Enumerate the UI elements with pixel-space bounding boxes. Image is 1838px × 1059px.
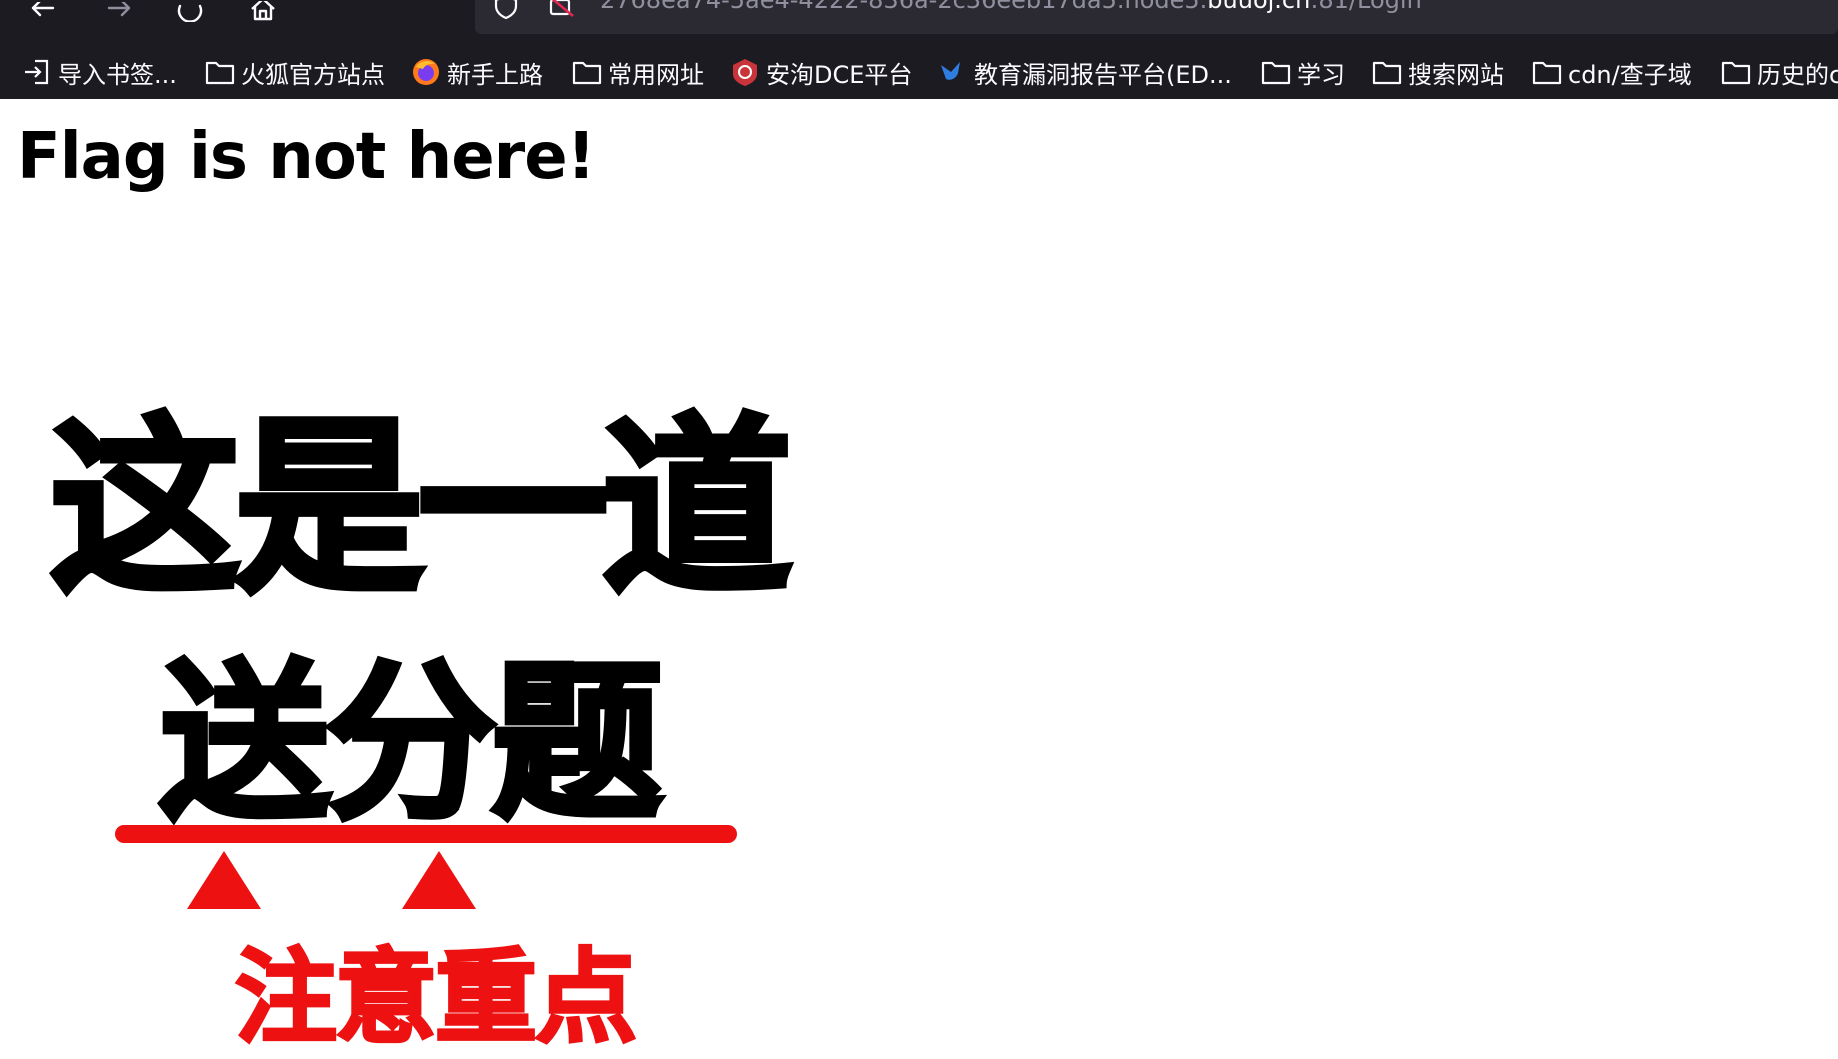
insecure-connection-icon[interactable] (547, 0, 575, 20)
red-triangle-left (187, 851, 261, 909)
bookmark-getting-started[interactable]: 新手上路 (411, 52, 543, 92)
red-underline (115, 825, 737, 843)
page-content: Flag is not here! 这是一道 送分题 注意重点 (0, 99, 1838, 1059)
back-button[interactable] (24, 0, 60, 24)
folder-icon (1721, 57, 1751, 87)
shield-logo-icon (730, 57, 760, 87)
url-suffix: :81/Login (1310, 0, 1422, 14)
meme-line-2: 送分题 (157, 645, 665, 843)
red-triangle-right (402, 851, 476, 909)
meme-line-1: 这是一道 (47, 398, 795, 619)
reload-icon (177, 4, 203, 22)
folder-icon (1372, 57, 1402, 87)
page-heading: Flag is not here! (17, 120, 596, 194)
bookmark-search-sites[interactable]: 搜索网站 (1372, 52, 1504, 92)
home-icon (251, 1, 275, 21)
url-domain: buuoj.cn (1207, 0, 1311, 14)
bookmark-label: 安洵DCE平台 (766, 60, 913, 89)
meme-image: 这是一道 送分题 注意重点 (30, 299, 820, 1059)
bookmark-cdn-subdomain[interactable]: cdn/查子域 (1532, 52, 1692, 92)
home-button[interactable] (245, 0, 281, 24)
back-arrow-icon (31, 2, 55, 17)
tracking-protection-shield-icon[interactable] (493, 0, 519, 20)
bookmark-common-sites[interactable]: 常用网址 (572, 52, 704, 92)
bookmark-firefox-official[interactable]: 火狐官方站点 (205, 52, 385, 92)
url-bar[interactable]: 2768ea74-5ae4-4222-836a-2c36eeb17da5.nod… (475, 0, 1838, 34)
navigation-toolbar: 2768ea74-5ae4-4222-836a-2c36eeb17da5.nod… (0, 0, 1838, 36)
bookmark-label: 教育漏洞报告平台(ED... (974, 60, 1232, 89)
bookmark-dce-platform[interactable]: 安洵DCE平台 (730, 52, 912, 92)
forward-button[interactable] (102, 0, 138, 24)
bird-icon (938, 57, 968, 87)
bookmark-edu-vuln-platform[interactable]: 教育漏洞报告平台(ED... (938, 52, 1232, 92)
bookmark-label: 学习 (1297, 60, 1345, 89)
bookmarks-toolbar: 导入书签... 火狐官方站点 新手上路 常用网址 安洵DCE平台 教育漏洞报告平… (0, 52, 1838, 92)
meme-line-3: 注意重点 (234, 938, 639, 1059)
bookmark-import[interactable]: 导入书签... (22, 52, 177, 92)
reload-button[interactable] (172, 0, 208, 24)
bookmark-label: 新手上路 (447, 60, 543, 89)
url-prefix: 2768ea74-5ae4-4222-836a-2c36eeb17da5.nod… (600, 0, 1208, 14)
firefox-icon (411, 57, 441, 87)
folder-icon (1261, 57, 1291, 87)
folder-icon (572, 57, 602, 87)
folder-icon (1532, 57, 1562, 87)
bookmark-label: 火狐官方站点 (241, 60, 385, 89)
bookmark-label: 历史的c (1757, 60, 1838, 89)
bookmark-study[interactable]: 学习 (1261, 52, 1345, 92)
bookmark-label: 导入书签... (58, 60, 177, 89)
import-icon (22, 57, 52, 87)
url-text[interactable]: 2768ea74-5ae4-4222-836a-2c36eeb17da5.nod… (600, 0, 1422, 14)
folder-icon (205, 57, 235, 87)
forward-arrow-icon (107, 2, 131, 17)
bookmark-label: cdn/查子域 (1568, 60, 1692, 89)
bookmark-label: 搜索网站 (1408, 60, 1504, 89)
bookmark-label: 常用网址 (608, 60, 704, 89)
browser-chrome: 2768ea74-5ae4-4222-836a-2c36eeb17da5.nod… (0, 0, 1838, 99)
bookmark-history[interactable]: 历史的c (1721, 52, 1838, 92)
